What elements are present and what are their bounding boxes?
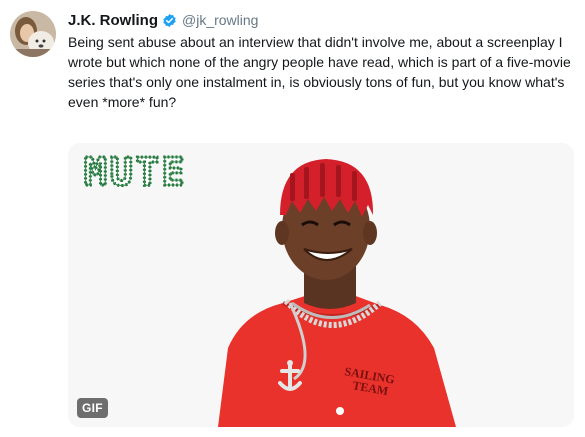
- verified-badge-icon: [162, 13, 177, 28]
- gif-frame-image: MUTE MUTE SAILING TEAM: [68, 143, 574, 427]
- tweet-card[interactable]: J.K. Rowling @jk_rowling Being sent abus…: [0, 0, 585, 437]
- tweet-text-line: wrote but which none of the angry people…: [68, 54, 571, 70]
- avatar[interactable]: [10, 11, 56, 57]
- tweet-header: J.K. Rowling @jk_rowling: [68, 10, 258, 30]
- mute-overlay-outline: MUTE: [84, 150, 188, 194]
- tweet-text-line: Being sent abuse about an interview that…: [68, 34, 563, 50]
- gif-badge: GIF: [77, 398, 108, 418]
- tweet-text: Being sent abuse about an interview that…: [68, 32, 576, 112]
- gif-media[interactable]: MUTE MUTE SAILING TEAM GIF: [68, 143, 574, 427]
- tweet-text-line: even *more* fun?: [68, 94, 177, 110]
- display-name[interactable]: J.K. Rowling: [68, 12, 158, 29]
- tweet-text-line: series that's only one instalment in, is…: [68, 74, 565, 90]
- user-handle[interactable]: @jk_rowling: [182, 12, 258, 28]
